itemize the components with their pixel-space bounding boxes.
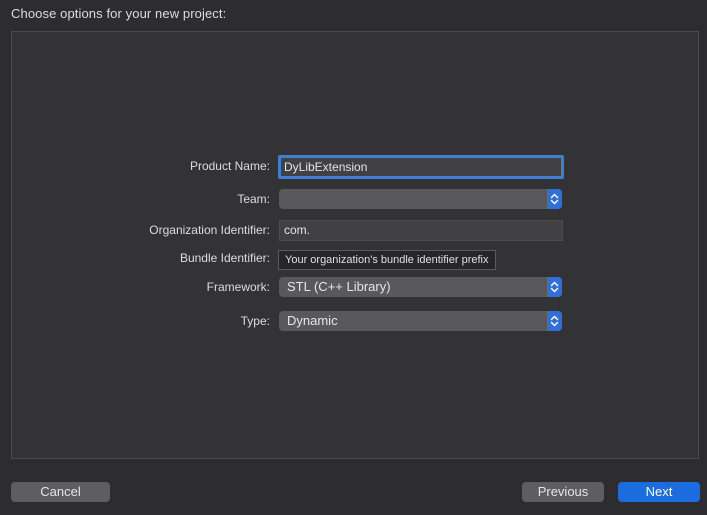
options-panel — [11, 31, 699, 459]
framework-popup-value: STL (C++ Library) — [287, 279, 391, 294]
organization-identifier-label: Organization Identifier: — [149, 223, 270, 237]
bundle-identifier-tooltip: Your organization's bundle identifier pr… — [278, 250, 496, 270]
new-project-options-sheet: Choose options for your new project: Pro… — [0, 0, 707, 515]
organization-identifier-input[interactable]: com. — [279, 220, 563, 241]
team-popup[interactable] — [279, 189, 562, 209]
previous-button[interactable]: Previous — [522, 482, 604, 502]
type-label: Type: — [240, 314, 270, 328]
page-title: Choose options for your new project: — [11, 6, 227, 21]
type-popup[interactable]: Dynamic — [279, 311, 562, 331]
chevron-up-down-icon — [547, 277, 562, 297]
bundle-identifier-label: Bundle Identifier: — [179, 251, 270, 265]
chevron-up-down-icon — [547, 189, 562, 209]
cancel-button[interactable]: Cancel — [11, 482, 110, 502]
framework-popup[interactable]: STL (C++ Library) — [279, 277, 562, 297]
product-name-input[interactable]: DyLibExtension — [278, 155, 564, 179]
chevron-up-down-icon — [547, 311, 562, 331]
type-popup-value: Dynamic — [287, 313, 338, 328]
next-button[interactable]: Next — [618, 482, 700, 502]
team-label: Team: — [237, 192, 270, 206]
framework-label: Framework: — [206, 280, 270, 294]
product-name-label: Product Name: — [189, 159, 270, 173]
